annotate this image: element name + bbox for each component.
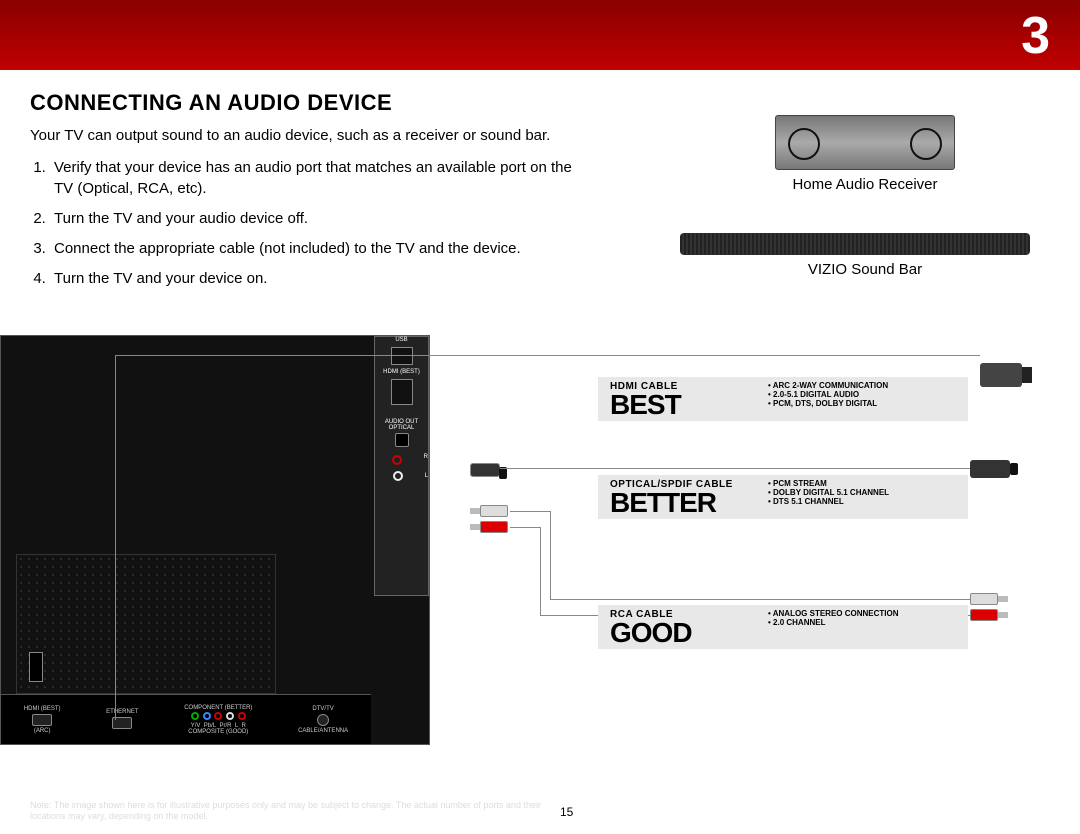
bottom-port-panel: HDMI (BEST) (ARC) ETHERNET COMPONENT (BE… (1, 694, 371, 744)
optical-cable-line (500, 468, 970, 469)
component-label: COMPONENT (BETTER) (184, 705, 252, 711)
usb-connector-icon (29, 652, 43, 682)
rca-l-port-icon (393, 471, 403, 481)
step-3: Connect the appropriate cable (not inclu… (50, 239, 590, 259)
cable-antenna-label: CABLE/ANTENNA (298, 728, 348, 734)
receiver-caption: Home Audio Receiver (720, 176, 1010, 193)
soundbar-caption: VIZIO Sound Bar (720, 261, 1010, 278)
better-feat-1: DOLBY DIGITAL 5.1 CHANNEL (768, 488, 889, 497)
optical-label: OPTICAL (375, 425, 428, 431)
jack-l-icon (226, 712, 234, 720)
rca-plug-right-white-icon (970, 593, 1010, 605)
disclaimer-note: Note: The image shown here is for illust… (30, 800, 550, 822)
rca-white-line-h2 (550, 599, 970, 600)
intro-text: Your TV can output sound to an audio dev… (30, 126, 590, 146)
connection-diagram: USB HDMI (BEST) AUDIO OUT OPTICAL R L HD… (0, 335, 1080, 790)
step-4: Turn the TV and your device on. (50, 269, 590, 289)
cable-info-best: HDMI CABLE BEST ARC 2-WAY COMMUNICATION … (598, 377, 968, 421)
steps-list: Verify that your device has an audio por… (30, 158, 590, 289)
tv-back-panel: USB HDMI (BEST) AUDIO OUT OPTICAL R L HD… (0, 335, 430, 745)
rca-red-line-v (540, 527, 541, 615)
ethernet-label: ETHERNET (106, 709, 138, 715)
hdmi-bottom-port-icon (32, 714, 52, 726)
jack-pbl-label: Pb/L (204, 723, 216, 729)
hdmi-side-port-icon (391, 379, 413, 405)
device-illustrations: Home Audio Receiver VIZIO Sound Bar (720, 115, 1010, 278)
jack-ytv-label: Y/V (191, 723, 201, 729)
ethernet-group: ETHERNET (106, 709, 138, 731)
back-of-tv-label: BACK OF TV (30, 777, 150, 798)
jack-pb-icon (203, 712, 211, 720)
step-1: Verify that your device has an audio por… (50, 158, 590, 199)
best-feat-2: PCM, DTS, DOLBY DIGITAL (768, 399, 888, 408)
rca-white-line-v (550, 511, 551, 599)
jack-prr-label: Pr/R (219, 723, 231, 729)
component-group: COMPONENT (BETTER) Y/V Pb/L Pr/R L R COM… (184, 705, 252, 735)
rca-white-line-h1 (510, 511, 550, 512)
dtv-label: DTV/TV (298, 706, 348, 712)
good-feat-0: ANALOG STEREO CONNECTION (768, 609, 899, 618)
jack-y-icon (191, 712, 199, 720)
home-audio-receiver-icon (775, 115, 955, 170)
jack-l2-label: L (235, 723, 238, 729)
best-feat-1: 2.0-5.1 DIGITAL AUDIO (768, 390, 888, 399)
jack-r-icon (238, 712, 246, 720)
optical-plug-left-icon (470, 463, 500, 477)
chapter-number: 3 (1021, 6, 1050, 66)
sound-bar-icon (680, 233, 1030, 255)
rca-red-line-h1 (510, 527, 540, 528)
chapter-header: 3 (0, 0, 1080, 70)
hdmi-best-label: HDMI (BEST) (375, 369, 428, 375)
rca-plug-right-red-icon (970, 609, 1010, 621)
coax-port-icon (317, 714, 329, 726)
rca-r-port-icon (392, 455, 402, 465)
cable-info-good: RCA CABLE GOOD ANALOG STEREO CONNECTION … (598, 605, 968, 649)
rca-plug-left-white-icon (470, 505, 510, 517)
hdmi-cable-line-h (115, 355, 980, 356)
hdmi-plug-icon (980, 363, 1022, 387)
cable-info-better: OPTICAL/SPDIF CABLE BETTER PCM STREAM DO… (598, 475, 968, 519)
better-feat-2: DTS 5.1 CHANNEL (768, 497, 889, 506)
optical-port-icon (395, 433, 409, 447)
jack-r2-label: R (242, 723, 246, 729)
rca-plug-left-red-icon (470, 521, 510, 533)
usb-port-icon (391, 347, 413, 365)
r-label: R (424, 454, 428, 460)
usb-label: USB (375, 337, 428, 343)
hdmi-cable-line (115, 355, 116, 720)
better-features: PCM STREAM DOLBY DIGITAL 5.1 CHANNEL DTS… (768, 479, 889, 506)
best-feat-0: ARC 2-WAY COMMUNICATION (768, 381, 888, 390)
side-port-panel: USB HDMI (BEST) AUDIO OUT OPTICAL R L (374, 336, 429, 596)
better-feat-0: PCM STREAM (768, 479, 889, 488)
vent-grille-icon (16, 554, 276, 694)
optical-plug-right-icon (970, 460, 1010, 478)
best-features: ARC 2-WAY COMMUNICATION 2.0-5.1 DIGITAL … (768, 381, 888, 408)
jack-pr-icon (214, 712, 222, 720)
dtv-group: DTV/TV CABLE/ANTENNA (298, 706, 348, 734)
good-feat-1: 2.0 CHANNEL (768, 618, 899, 627)
section-title: CONNECTING AN AUDIO DEVICE (30, 90, 1050, 116)
l-label: L (425, 473, 428, 479)
hdmi-bottom-group: HDMI (BEST) (ARC) (24, 706, 61, 734)
good-features: ANALOG STEREO CONNECTION 2.0 CHANNEL (768, 609, 899, 627)
arc-label: (ARC) (24, 728, 61, 734)
composite-label: COMPOSITE (GOOD) (184, 729, 252, 735)
hdmi-best-bottom-label: HDMI (BEST) (24, 706, 61, 712)
page-number: 15 (560, 805, 573, 819)
step-2: Turn the TV and your audio device off. (50, 209, 590, 229)
